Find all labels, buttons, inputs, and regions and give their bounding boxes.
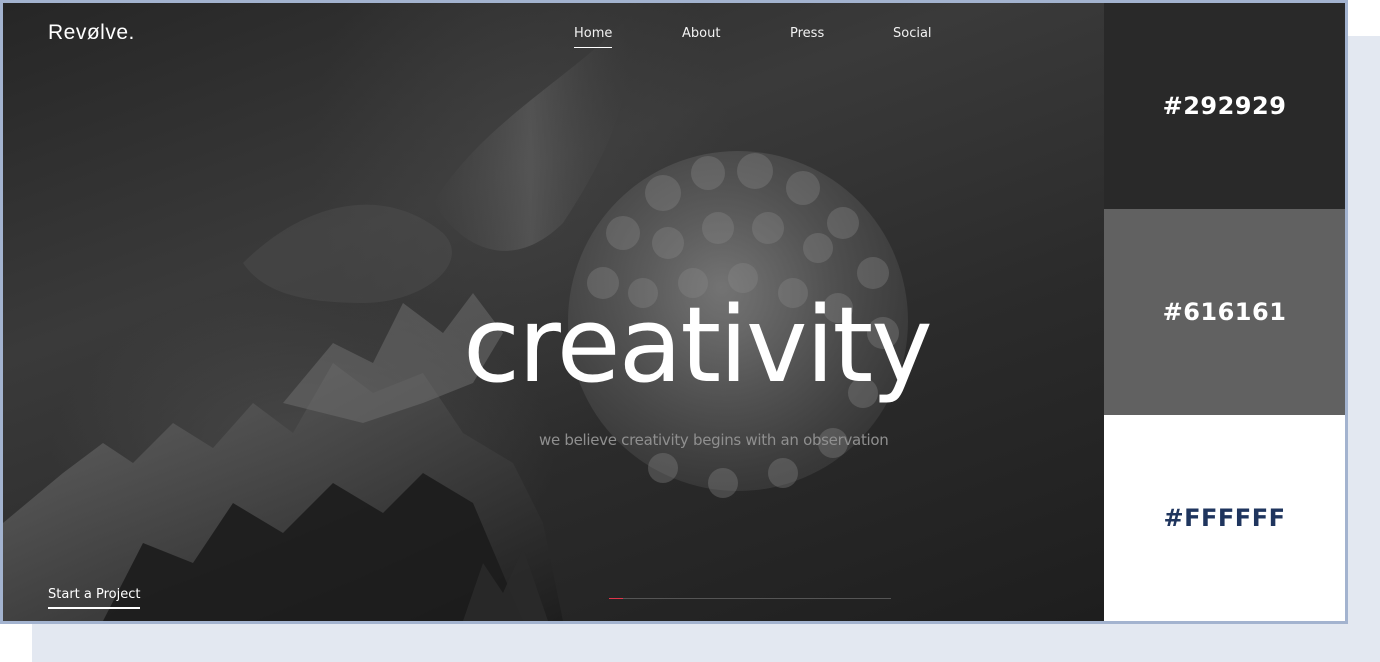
palette-swatch-dark: #292929 (1104, 3, 1345, 209)
color-palette: #292929 #616161 #FFFFFF (1104, 3, 1345, 621)
start-project-link[interactable]: Start a Project (48, 587, 141, 609)
swatch-hex-label: #FFFFFF (1163, 504, 1286, 532)
nav-item-home[interactable]: Home (574, 26, 613, 48)
palette-swatch-light: #FFFFFF (1104, 415, 1345, 621)
main-nav: Home About Press Social (3, 26, 1104, 50)
swatch-hex-label: #292929 (1162, 92, 1287, 120)
nav-item-about[interactable]: About (682, 26, 720, 41)
hero-subtitle: we believe creativity begins with an obs… (539, 431, 889, 449)
slide-progress-fill (609, 598, 624, 599)
swatch-hex-label: #616161 (1162, 298, 1287, 326)
screenshot-frame: Revølve. Home About Press Social creativ… (0, 0, 1348, 624)
hero-section: Revølve. Home About Press Social creativ… (3, 3, 1104, 621)
nav-item-press[interactable]: Press (790, 26, 824, 41)
hero-title: creativity (463, 284, 933, 406)
nav-item-social[interactable]: Social (893, 26, 932, 41)
palette-swatch-mid: #616161 (1104, 209, 1345, 415)
slide-progress-bar (609, 598, 891, 599)
